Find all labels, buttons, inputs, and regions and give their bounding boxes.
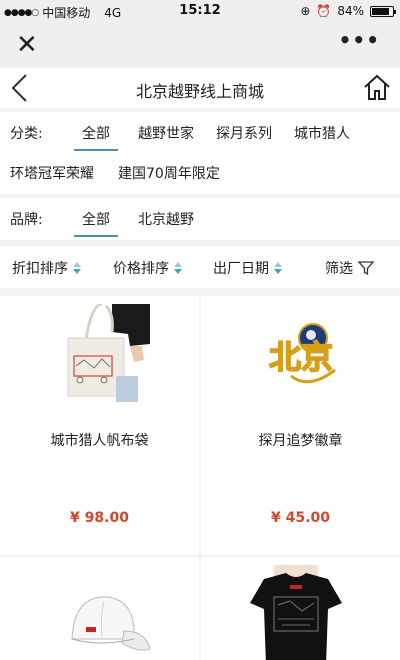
- alarm-icon: ⏰: [316, 4, 332, 18]
- sort-price[interactable]: 价格排序: [113, 258, 182, 278]
- product-price: ¥ 45.00: [271, 510, 330, 526]
- home-icon[interactable]: [362, 73, 392, 105]
- product-grid: 城市猎人帆布袋 ¥ 98.00 北京 探月追梦徽章 ¥ 45.00: [0, 296, 400, 660]
- product-card[interactable]: [201, 557, 400, 660]
- category-option-city-hunter[interactable]: 城市猎人: [294, 123, 350, 143]
- brand-option-all[interactable]: 全部: [74, 209, 118, 237]
- browser-bar: ✕ •••: [0, 22, 400, 68]
- product-card[interactable]: [0, 557, 199, 660]
- category-option-70th[interactable]: 建国70周年限定: [118, 163, 220, 183]
- product-name: 探月追梦徽章: [258, 433, 343, 449]
- sort-bar: 折扣排序 价格排序 出厂日期 筛选: [0, 246, 400, 288]
- battery-icon: [370, 5, 396, 17]
- battery-fill: [372, 7, 389, 15]
- rotation-lock-icon: ⊕: [300, 4, 311, 18]
- sort-price-label: 价格排序: [113, 261, 169, 277]
- category-label: 分类:: [10, 126, 43, 142]
- category-option-all[interactable]: 全部: [74, 123, 118, 151]
- t-shirt-image: [250, 565, 342, 660]
- category-option-huanta[interactable]: 环塔冠军荣耀: [10, 163, 94, 183]
- product-name: 城市猎人帆布袋: [50, 433, 149, 449]
- badge-image: 北京: [268, 323, 336, 384]
- product-card[interactable]: 城市猎人帆布袋 ¥ 98.00: [0, 296, 199, 555]
- more-icon[interactable]: •••: [339, 28, 380, 52]
- sort-arrows-icon: [73, 262, 81, 274]
- nav-bar: 北京越野线上商城: [0, 68, 400, 108]
- badge-text: 北京: [269, 338, 333, 376]
- category-filter: 分类: 全部 越野世家 探月系列 城市猎人 环塔冠军荣耀 建国70周年限定: [0, 112, 400, 194]
- sort-arrows-icon: [274, 262, 282, 274]
- page-title: 北京越野线上商城: [135, 82, 264, 101]
- brand-label: 品牌:: [10, 212, 43, 228]
- sort-discount[interactable]: 折扣排序: [12, 258, 81, 278]
- product-price: ¥ 98.00: [70, 510, 129, 526]
- close-icon[interactable]: ✕: [16, 30, 38, 60]
- cap-image: [71, 596, 150, 651]
- category-option-tanyue[interactable]: 探月系列: [216, 123, 272, 143]
- brand-filter: 品牌: 全部 北京越野: [0, 198, 400, 240]
- sort-date-label: 出厂日期: [213, 261, 269, 277]
- product-card[interactable]: 北京 探月追梦徽章 ¥ 45.00: [201, 296, 400, 555]
- filter-button[interactable]: 筛选: [325, 258, 374, 278]
- sort-discount-label: 折扣排序: [12, 261, 68, 277]
- funnel-icon: [358, 261, 374, 276]
- status-right: ⊕ ⏰ 84%: [300, 4, 396, 18]
- tote-bag-image: [67, 304, 150, 402]
- battery-percent: 84%: [337, 4, 364, 18]
- sort-date[interactable]: 出厂日期: [213, 258, 282, 278]
- category-option-yueye-shijia[interactable]: 越野世家: [138, 123, 194, 143]
- status-bar: ●●●●○ 中国移动 4G 15:12 ⊕ ⏰ 84%: [0, 0, 400, 22]
- brand-option-beijing-yueye[interactable]: 北京越野: [138, 209, 194, 229]
- filter-label: 筛选: [325, 261, 353, 277]
- sort-arrows-icon: [174, 262, 182, 274]
